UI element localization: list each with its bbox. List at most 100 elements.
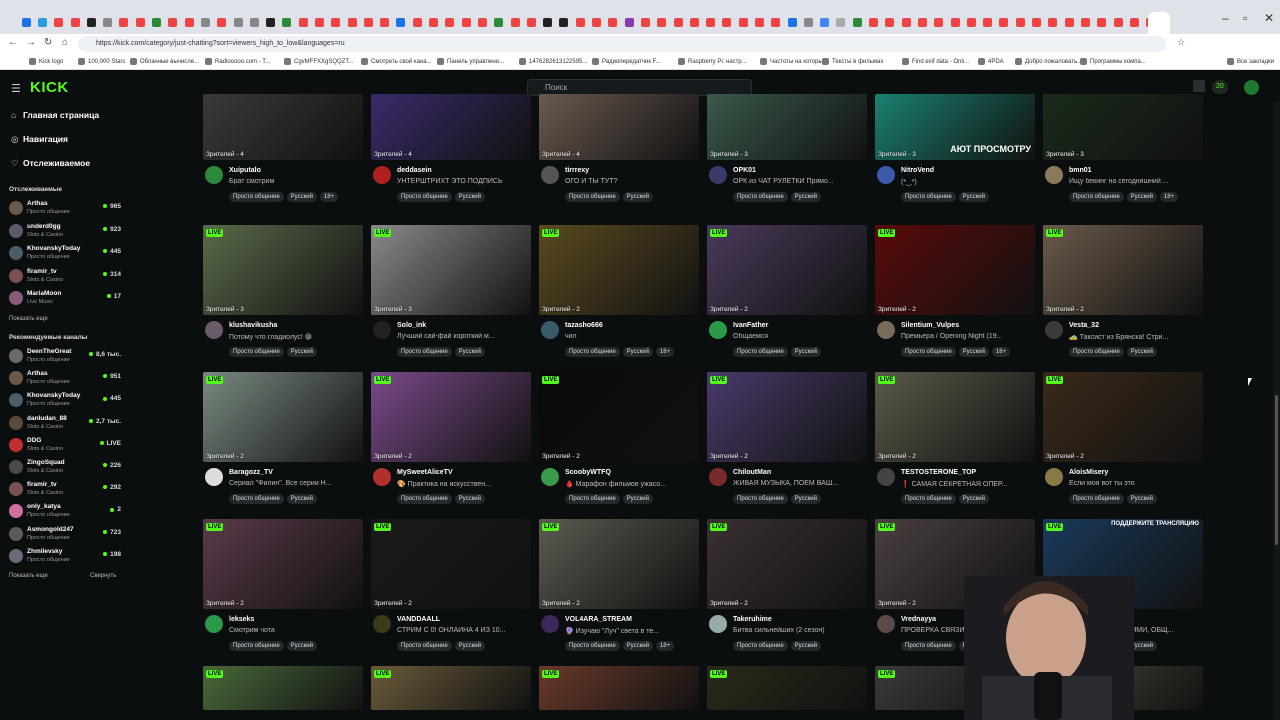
stream-thumbnail[interactable]: LIVE Зрителей - 2 — [707, 372, 867, 462]
stream-title[interactable]: ❗ САМАЯ СЕКРЕТНАЯ ОПЕР... — [901, 480, 1033, 488]
stream-card[interactable]: Зрителей - 3 OPK01 ОРК из ЧАТ РУЛЕТКИ Прям… — [707, 94, 867, 234]
tag-chip[interactable]: Просто общение — [901, 494, 956, 504]
tag-chip[interactable]: Русский — [1126, 192, 1157, 202]
channel-avatar[interactable] — [1045, 468, 1063, 486]
stream-title[interactable]: Сериал "Филин". Все серии Н... — [229, 480, 361, 487]
tab-favicon-icon[interactable] — [262, 14, 278, 30]
tab-favicon-icon[interactable] — [865, 14, 881, 30]
channel-item[interactable]: DDG Slots & Casino LIVE — [9, 437, 121, 457]
stream-card[interactable]: Зрителей - 4 deddasein УНТЕРШТРИХТ ЭТО ПОД… — [371, 94, 531, 234]
stream-card[interactable]: LIVE Зрителей - 2 Baragozz_TV Сериал "Филин… — [203, 372, 363, 512]
bookmark-item[interactable]: Частоты на которы... — [760, 58, 828, 65]
tag-chip[interactable]: Просто общение — [565, 641, 620, 651]
stream-thumbnail[interactable]: LIVE Зрителей - 2 — [539, 372, 699, 462]
stream-card[interactable]: LIVE Зрителей - 2 ScoobyWTFQ 🩸 Марафон филь… — [539, 372, 699, 512]
tab-favicon-icon[interactable] — [719, 14, 735, 30]
channel-item[interactable]: Zhmilevsky Просто общение 198 — [9, 548, 121, 568]
tag-chip[interactable]: Русский — [622, 192, 653, 202]
stream-card[interactable]: Зрителей - 4 tirrrexy ОГО И ТЫ ТУТ? Просто … — [539, 94, 699, 234]
stream-title[interactable]: Брат смотрим — [229, 178, 361, 185]
tag-chip[interactable]: Русский — [790, 192, 821, 202]
stream-card[interactable]: LIVE — [539, 666, 699, 710]
stream-thumbnail[interactable]: LIVE Зрителей - 2 — [539, 225, 699, 315]
tab-favicon-icon[interactable] — [1126, 14, 1142, 30]
channel-item[interactable]: KhovanskyToday Просто общение 445 — [9, 245, 121, 265]
channel-avatar[interactable] — [373, 321, 391, 339]
tag-chip[interactable]: Русский — [286, 347, 317, 357]
channel-name[interactable]: deddasein — [397, 167, 432, 174]
tab-favicon-icon[interactable] — [116, 14, 132, 30]
kick-logo[interactable]: KICK — [30, 79, 69, 96]
tab-favicon-icon[interactable] — [523, 14, 539, 30]
stream-title[interactable]: ЖИВАЯ МУЗЫКА, ПОЁМ ВАШ... — [733, 480, 865, 487]
tab-favicon-icon[interactable] — [246, 14, 262, 30]
tab-favicon-icon[interactable] — [540, 14, 556, 30]
tag-chip[interactable]: 18+ — [319, 192, 339, 202]
channel-avatar[interactable] — [877, 615, 895, 633]
tab-favicon-icon[interactable] — [735, 14, 751, 30]
channel-item[interactable]: ZingoSquad Slots & Casino 226 — [9, 459, 121, 479]
tab-favicon-icon[interactable] — [1012, 14, 1028, 30]
tab-favicon-icon[interactable] — [34, 14, 50, 30]
show-more-recommended-button[interactable]: Показать еще — [9, 573, 48, 579]
tab-favicon-icon[interactable] — [148, 14, 164, 30]
stream-thumbnail[interactable]: LIVE Зрителей - 2 — [707, 519, 867, 609]
tab-favicon-icon[interactable] — [670, 14, 686, 30]
tab-favicon-icon[interactable] — [360, 14, 376, 30]
stream-card[interactable]: LIVE Зрителей - 2 Silentium_Vulpes Премьера… — [875, 225, 1035, 365]
tag-chip[interactable]: Русский — [286, 192, 317, 202]
tab-favicon-icon[interactable] — [588, 14, 604, 30]
channel-name[interactable]: NitroVend — [901, 167, 934, 174]
tab-favicon-icon[interactable] — [556, 14, 572, 30]
close-icon[interactable]: ✕ — [1264, 11, 1274, 25]
tag-chip[interactable]: Просто общение — [397, 641, 452, 651]
tag-chip[interactable]: Просто общение — [229, 347, 284, 357]
stream-card[interactable]: LIVE Зрителей - 2 AloisMisery Если моя вот … — [1043, 372, 1203, 512]
tab-favicon-icon[interactable] — [1045, 14, 1061, 30]
show-more-button[interactable]: Показать еще — [9, 316, 48, 322]
tag-chip[interactable]: Русский — [958, 494, 989, 504]
user-avatar[interactable] — [1244, 80, 1259, 95]
bookmark-item[interactable]: Тексты в фильмах — [822, 58, 883, 65]
tab-favicon-icon[interactable] — [637, 14, 653, 30]
tag-chip[interactable]: Просто общение — [901, 641, 956, 651]
bookmark-item[interactable]: Смотреть свой кана... — [361, 58, 432, 65]
channel-avatar[interactable] — [541, 615, 559, 633]
stream-card[interactable]: LIVE Зрителей - 2 MySweetAliceTV 🎨 Практика… — [371, 372, 531, 512]
stream-card[interactable]: LIVE Зрителей - 2 VOL4ARA_STREAM 🔮 Изучаю "… — [539, 519, 699, 659]
scrollbar[interactable] — [1273, 102, 1280, 720]
stream-thumbnail[interactable]: LIVE Зрителей - 2 — [1043, 225, 1203, 315]
tag-chip[interactable]: Просто общение — [229, 494, 284, 504]
tab-favicon-icon[interactable] — [768, 14, 784, 30]
tag-chip[interactable]: Русский — [622, 494, 653, 504]
channel-name[interactable]: MySweetAliceTV — [397, 469, 453, 476]
tab-favicon-icon[interactable] — [751, 14, 767, 30]
tab-favicon-icon[interactable] — [882, 14, 898, 30]
channel-avatar[interactable] — [373, 615, 391, 633]
sidebar-nav-0[interactable]: ⌂ Главная страница — [11, 110, 99, 120]
channel-avatar[interactable] — [709, 321, 727, 339]
channel-item[interactable]: firamir_tv Slots & Casino 314 — [9, 268, 121, 288]
tab-favicon-icon[interactable] — [849, 14, 865, 30]
channel-name[interactable]: VANDDAALL — [397, 616, 440, 623]
channel-item[interactable]: Asmongold247 Просто общение 723 — [9, 526, 121, 546]
tag-chip[interactable]: 18+ — [991, 347, 1011, 357]
tab-favicon-icon[interactable] — [654, 14, 670, 30]
channel-name[interactable]: lekseks — [229, 616, 254, 623]
stream-card[interactable]: LIVE Зрителей - 2 Vesta_32 🚕 Таксист из Бря… — [1043, 225, 1203, 365]
tab-favicon-icon[interactable] — [833, 14, 849, 30]
stream-title[interactable]: Если моя вот ты это — [1069, 480, 1201, 487]
stream-title[interactable]: 🩸 Марафон фильмов ужасо... — [565, 480, 697, 488]
stream-thumbnail[interactable]: Зрителей - 3 — [1043, 94, 1203, 160]
channel-avatar[interactable] — [877, 321, 895, 339]
stream-card[interactable]: LIVE — [203, 666, 363, 710]
tag-chip[interactable]: Просто общение — [901, 192, 956, 202]
tab-favicon-icon[interactable] — [963, 14, 979, 30]
tag-chip[interactable]: Просто общение — [733, 347, 788, 357]
channel-avatar[interactable] — [205, 468, 223, 486]
tab-favicon-icon[interactable] — [51, 14, 67, 30]
channel-avatar[interactable] — [709, 166, 727, 184]
channel-name[interactable]: tazasho666 — [565, 322, 603, 329]
tag-chip[interactable]: 18+ — [1159, 192, 1179, 202]
stream-title[interactable]: Потому что гладиолус! 😁 — [229, 333, 361, 341]
